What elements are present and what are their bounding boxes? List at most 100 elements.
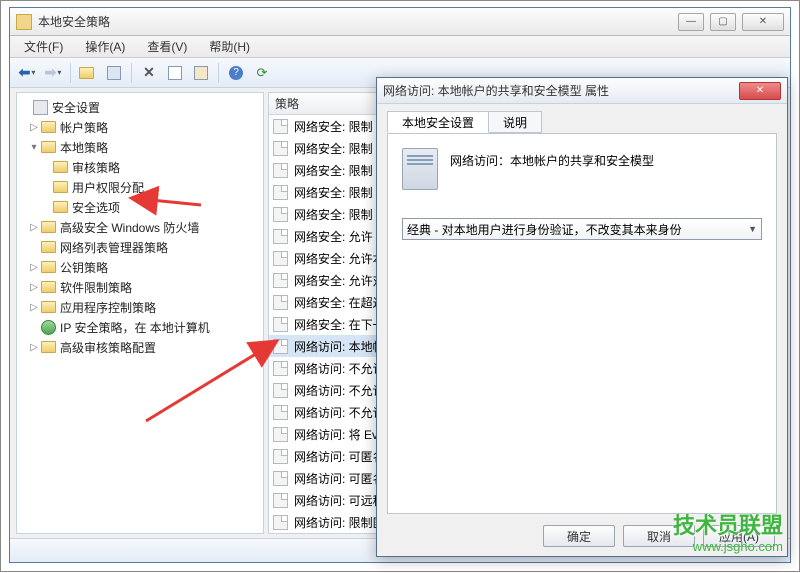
nav-forward-button[interactable]: ➡▾ [42,62,64,84]
tree-item-network-list[interactable]: 网络列表管理器策略 [19,237,261,257]
dialog-tab-panel: 网络访问：本地帐户的共享和安全模型 经典 - 对本地用户进行身份验证，不改变其本… [387,134,777,514]
refresh-button[interactable]: ⟳ [251,62,273,84]
help-button[interactable]: ? [225,62,247,84]
list-item-label: 网络安全: 限制 [294,140,373,157]
tree-item-audit-policy[interactable]: 审核策略 [19,157,261,177]
tree-item-adv-audit[interactable]: ▷高级审核策略配置 [19,337,261,357]
folder-icon [41,121,56,133]
ok-button[interactable]: 确定 [543,525,615,547]
tree-root[interactable]: 安全设置 [19,97,261,117]
export-button[interactable] [190,62,212,84]
tree-item-account-policy[interactable]: ▷帐户策略 [19,117,261,137]
policy-icon [273,317,288,332]
policy-icon [273,251,288,266]
watermark: 技术员联盟 www.jsgho.com [673,513,783,555]
policy-icon [273,471,288,486]
tree-item-security-options[interactable]: 安全选项 [19,197,261,217]
list-item-label: 网络安全: 允许对 [294,272,385,289]
list-item-label: 网络安全: 限制 [294,206,373,223]
tree-item-public-key[interactable]: ▷公钥策略 [19,257,261,277]
chevron-down-icon: ▼ [748,224,757,234]
tab-explain[interactable]: 说明 [488,111,542,133]
folder-icon [41,281,56,293]
folder-icon [41,341,56,353]
policy-icon [273,405,288,420]
policy-icon [273,119,288,134]
list-item-label: 网络访问: 将 Eve [294,426,385,443]
tab-local-security[interactable]: 本地安全设置 [387,111,489,133]
toolbar-separator [218,63,219,83]
app-icon [16,14,32,30]
list-item-label: 网络访问: 不允许 [294,360,385,377]
dialog-title: 网络访问: 本地帐户的共享和安全模型 属性 [383,82,739,99]
policy-icon [273,339,288,354]
list-item-label: 网络安全: 限制 [294,184,373,201]
policy-icon [273,515,288,530]
list-item-label: 网络访问: 可匿名 [294,470,385,487]
policy-icon [273,141,288,156]
folder-icon [53,161,68,173]
tree-item-software-restrict[interactable]: ▷软件限制策略 [19,277,261,297]
watermark-url: www.jsgho.com [673,539,783,555]
up-button[interactable] [77,62,99,84]
menu-help[interactable]: 帮助(H) [199,36,260,57]
combobox-value: 经典 - 对本地用户进行身份验证，不改变其本来身份 [407,221,682,238]
watermark-title: 技术员联盟 [673,513,783,539]
window-title: 本地安全策略 [38,13,678,30]
policy-icon [273,295,288,310]
folder-icon [41,241,56,253]
policy-icon [273,273,288,288]
nav-back-button[interactable]: ⬅▾ [16,62,38,84]
folder-icon [53,181,68,193]
tree-item-local-policy[interactable]: ▾本地策略 [19,137,261,157]
tree-item-ip-security[interactable]: IP 安全策略，在 本地计算机 [19,317,261,337]
list-item-label: 网络访问: 限制匿 [294,514,385,531]
policy-icon [273,185,288,200]
list-item-label: 网络访问: 不允许 [294,404,385,421]
folder-icon [41,141,56,153]
list-item-label: 网络访问: 可远程 [294,492,385,509]
list-item-label: 网络安全: 允许 [294,228,373,245]
tree-pane: 安全设置 ▷帐户策略 ▾本地策略 审核策略 用户权限分配 安全选项 ▷高级安全 … [16,92,264,534]
list-item-label: 网络安全: 在下一 [294,316,385,333]
delete-button[interactable]: ✕ [138,62,160,84]
properties-button[interactable] [164,62,186,84]
tree-item-user-rights[interactable]: 用户权限分配 [19,177,261,197]
window-close-button[interactable]: ✕ [742,13,784,31]
show-hide-button[interactable] [103,62,125,84]
dialog-tabstrip: 本地安全设置 说明 [387,110,777,134]
folder-icon [53,201,68,213]
policy-icon [273,229,288,244]
list-item-label: 网络安全: 限制 [294,118,373,135]
tree-item-app-control[interactable]: ▷应用程序控制策略 [19,297,261,317]
policy-icon [273,207,288,222]
window-maximize-button[interactable]: ▢ [710,13,736,31]
list-item-label: 网络安全: 在超过 [294,294,385,311]
list-item-label: 网络访问: 本地帐 [294,338,385,355]
server-icon [402,148,438,190]
policy-icon [273,427,288,442]
list-item-label: 网络安全: 允许本 [294,250,385,267]
list-item-label: 网络访问: 可匿名 [294,448,385,465]
security-model-combobox[interactable]: 经典 - 对本地用户进行身份验证，不改变其本来身份 ▼ [402,218,762,240]
dialog-close-button[interactable]: ✕ [739,82,781,100]
policy-icon [273,163,288,178]
menubar: 文件(F) 操作(A) 查看(V) 帮助(H) [10,36,790,58]
dialog-titlebar: 网络访问: 本地帐户的共享和安全模型 属性 ✕ [377,78,787,104]
globe-icon [41,320,56,335]
menu-action[interactable]: 操作(A) [75,36,135,57]
menu-view[interactable]: 查看(V) [137,36,197,57]
list-item-label: 网络安全: 限制 [294,162,373,179]
policy-icon [273,361,288,376]
folder-icon [41,301,56,313]
policy-icon [273,449,288,464]
menu-file[interactable]: 文件(F) [14,36,73,57]
tree-item-firewall[interactable]: ▷高级安全 Windows 防火墙 [19,217,261,237]
folder-icon [41,221,56,233]
list-item-label: 网络访问: 不允许 [294,382,385,399]
window-minimize-button[interactable]: — [678,13,704,31]
folder-icon [41,261,56,273]
toolbar-separator [70,63,71,83]
toolbar-separator [131,63,132,83]
shield-icon [33,100,48,115]
